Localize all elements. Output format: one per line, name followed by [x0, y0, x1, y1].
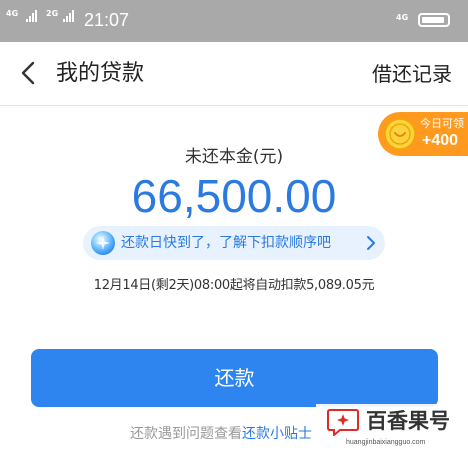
- network-indicator: 4G: [6, 9, 19, 18]
- watermark-url: huangjinbaixiangguo.com: [346, 439, 426, 446]
- help-text: 还款遇到问题查看还款小贴士: [130, 424, 312, 444]
- signal-icon: [63, 10, 77, 22]
- watermark-name: 百香果号: [366, 409, 450, 433]
- repayment-records-link[interactable]: 借还记录: [372, 61, 452, 87]
- auto-deduction-info: 12月14日(剩2天)08:00起将自动扣款5,089.05元: [93, 278, 375, 293]
- notice-text: 还款日快到了，了解下扣款顺序吧: [121, 235, 331, 251]
- network-indicator: 2G: [46, 9, 59, 18]
- status-bar: 4G 2G 21:07 4G: [0, 0, 468, 42]
- nav-bar: 我的贷款 借还记录: [0, 42, 468, 106]
- battery-icon: [418, 13, 450, 27]
- back-arrow-icon[interactable]: [16, 60, 42, 86]
- signal-icon: [26, 10, 40, 22]
- watermark: 百香果号 huangjinbaixiangguo.com: [316, 404, 468, 450]
- repay-button[interactable]: 还款: [31, 349, 438, 407]
- watermark-logo-icon: [327, 409, 359, 436]
- sparkle-orb-icon: [91, 231, 115, 255]
- page-title: 我的贷款: [56, 61, 145, 86]
- help-prefix: 还款遇到问题查看: [130, 426, 242, 442]
- repayment-notice-banner[interactable]: 还款日快到了，了解下扣款顺序吧: [83, 226, 385, 260]
- reward-label: 今日可领: [420, 117, 464, 130]
- principal-label: 未还本金(元): [184, 147, 284, 167]
- clock: 21:07: [84, 10, 130, 30]
- principal-amount: 66,500.00: [131, 170, 337, 222]
- network-indicator: 4G: [396, 13, 409, 22]
- chevron-right-icon: [367, 236, 375, 250]
- repayment-tips-link[interactable]: 还款小贴士: [242, 426, 312, 442]
